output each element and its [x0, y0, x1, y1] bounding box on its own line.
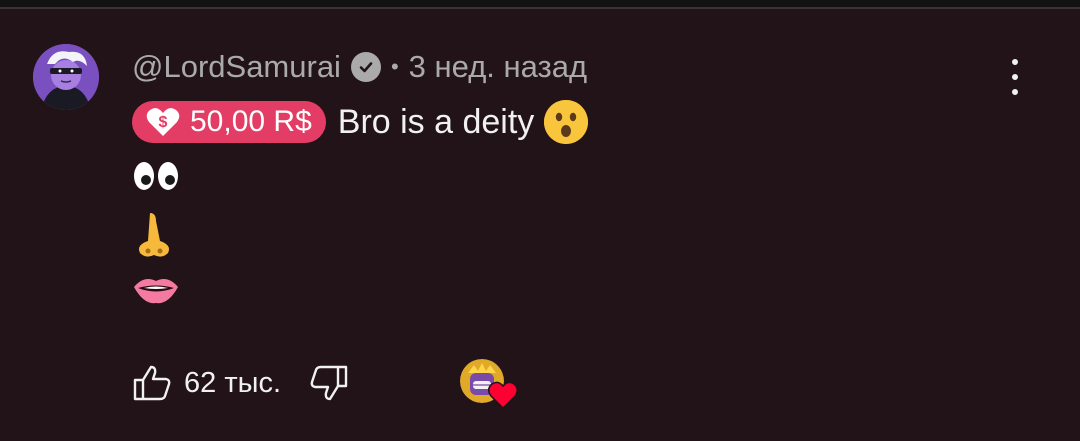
creator-heart-icon — [488, 381, 518, 414]
author-name[interactable]: @LordSamurai — [132, 49, 341, 85]
eyes-emoji — [132, 156, 192, 202]
comment-body: $ 50,00 R$ Bro is a deity — [132, 100, 589, 144]
more-vertical-icon[interactable] — [995, 55, 1035, 99]
heart-dollar-icon: $ — [146, 108, 180, 136]
svg-text:$: $ — [159, 114, 168, 131]
avatar-image — [33, 44, 99, 110]
comment-thread: @LordSamurai • 3 нед. назад $ 50,00 R$ B… — [0, 9, 1080, 441]
comment-text-line: Bro is a deity — [338, 100, 589, 144]
astonished-face-emoji — [544, 100, 589, 144]
comment-timestamp[interactable]: 3 нед. назад — [409, 49, 587, 85]
like-count: 62 тыс. — [184, 366, 281, 399]
meta-separator: • — [390, 54, 399, 79]
super-thanks-chip: $ 50,00 R$ — [132, 101, 326, 143]
comment-text: Bro is a deity — [337, 102, 535, 141]
thumb-down-icon[interactable] — [309, 364, 349, 402]
creator-heart[interactable] — [460, 359, 518, 415]
mouth-emoji — [132, 271, 192, 317]
thumb-up-icon[interactable] — [132, 364, 172, 402]
comment-actions: 62 тыс. — [132, 361, 349, 405]
author-avatar[interactable] — [33, 44, 99, 110]
thanks-amount: 50,00 R$ — [190, 105, 312, 138]
nose-emoji — [132, 211, 192, 257]
top-divider — [0, 0, 1080, 9]
comment-header: @LordSamurai • 3 нед. назад — [132, 47, 587, 87]
verified-check-icon — [350, 52, 381, 82]
